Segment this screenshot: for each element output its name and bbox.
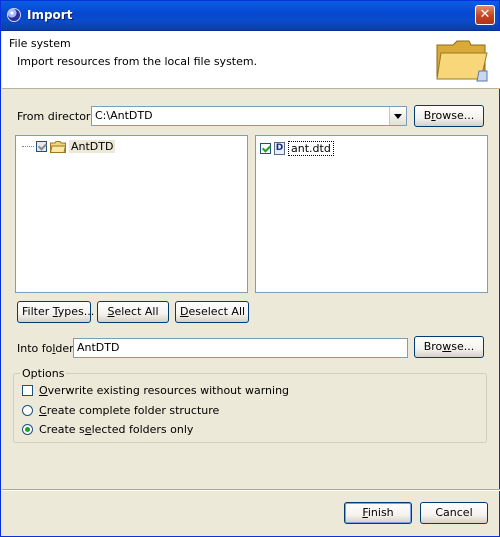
file-list[interactable]: D ant.dtd xyxy=(255,135,488,293)
folder-icon xyxy=(50,140,66,153)
footer-separator xyxy=(2,489,500,491)
from-directory-label: From directory: xyxy=(17,110,100,123)
page-title: File system xyxy=(9,37,71,50)
chevron-down-icon[interactable] xyxy=(389,107,406,125)
selected-folders-label: Create selected folders only xyxy=(39,423,194,436)
dtd-file-icon: D xyxy=(274,142,285,155)
complete-structure-option[interactable]: Create complete folder structure xyxy=(22,404,219,417)
complete-structure-radio[interactable] xyxy=(22,405,33,416)
cancel-button[interactable]: Cancel xyxy=(420,502,488,524)
selected-folders-option[interactable]: Create selected folders only xyxy=(22,423,193,436)
eclipse-icon xyxy=(7,8,21,22)
list-item[interactable]: D ant.dtd xyxy=(260,141,334,156)
into-folder-label: Into folder: xyxy=(17,342,78,355)
wizard-header: File system Import resources from the lo… xyxy=(2,31,500,89)
overwrite-checkbox[interactable] xyxy=(22,385,33,396)
deselect-all-button[interactable]: Deselect All xyxy=(175,301,249,323)
filter-types-button[interactable]: Filter Types... xyxy=(17,301,94,323)
selected-folders-radio[interactable] xyxy=(22,424,33,435)
tree-connector xyxy=(22,145,34,148)
import-dialog: Import ✕ File system Import resources fr… xyxy=(0,0,500,537)
page-description: Import resources from the local file sys… xyxy=(17,55,258,68)
select-all-button[interactable]: Select All xyxy=(97,301,169,323)
tree-item[interactable]: AntDTD xyxy=(22,140,116,153)
from-directory-value: C:\AntDTD xyxy=(95,109,153,122)
browse-directory-button[interactable]: Browse... xyxy=(414,105,484,127)
folder-tree[interactable]: AntDTD xyxy=(15,135,248,293)
options-group-label: Options xyxy=(20,367,67,380)
tree-item-checkbox[interactable] xyxy=(36,141,47,152)
into-folder-value: AntDTD xyxy=(77,341,120,354)
close-button[interactable]: ✕ xyxy=(475,5,495,25)
window-title: Import xyxy=(27,8,73,22)
complete-structure-label: Create complete folder structure xyxy=(39,404,220,417)
from-directory-combo[interactable]: C:\AntDTD xyxy=(91,106,407,126)
browse-folder-button[interactable]: Browse... xyxy=(414,336,484,358)
tree-item-label: AntDTD xyxy=(69,140,116,153)
finish-button[interactable]: Finish xyxy=(344,502,412,524)
into-folder-input[interactable]: AntDTD xyxy=(73,338,408,358)
overwrite-label: Overwrite existing resources without war… xyxy=(39,384,290,397)
file-item-label: ant.dtd xyxy=(288,141,334,156)
folder-icon xyxy=(436,40,488,82)
overwrite-option[interactable]: Overwrite existing resources without war… xyxy=(22,384,289,397)
title-bar[interactable]: Import ✕ xyxy=(1,1,499,31)
file-item-checkbox[interactable] xyxy=(260,143,271,154)
